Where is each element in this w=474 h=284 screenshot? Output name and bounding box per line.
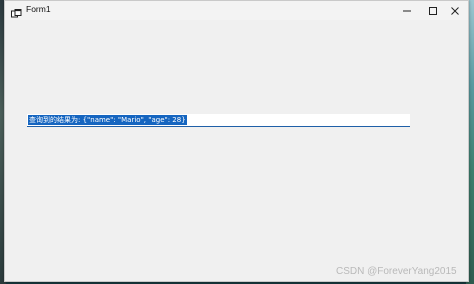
- app-form-icon: [11, 5, 22, 18]
- form1-window: Form1 查询到的结果为: {"name": "Mario", "age": …: [4, 0, 469, 282]
- title-bar[interactable]: Form1: [5, 1, 468, 20]
- close-button[interactable]: [442, 1, 468, 20]
- watermark-text: CSDN @ForeverYang2015: [336, 266, 457, 277]
- minimize-icon: [403, 10, 411, 11]
- maximize-icon: [429, 6, 437, 15]
- selected-result-text: 查询到的结果为: {"name": "Mario", "age": 28}: [28, 115, 187, 125]
- window-title: Form1: [26, 4, 51, 14]
- minimize-button[interactable]: [394, 1, 420, 20]
- close-icon: [451, 6, 459, 15]
- result-textbox[interactable]: 查询到的结果为: {"name": "Mario", "age": 28}: [27, 114, 410, 127]
